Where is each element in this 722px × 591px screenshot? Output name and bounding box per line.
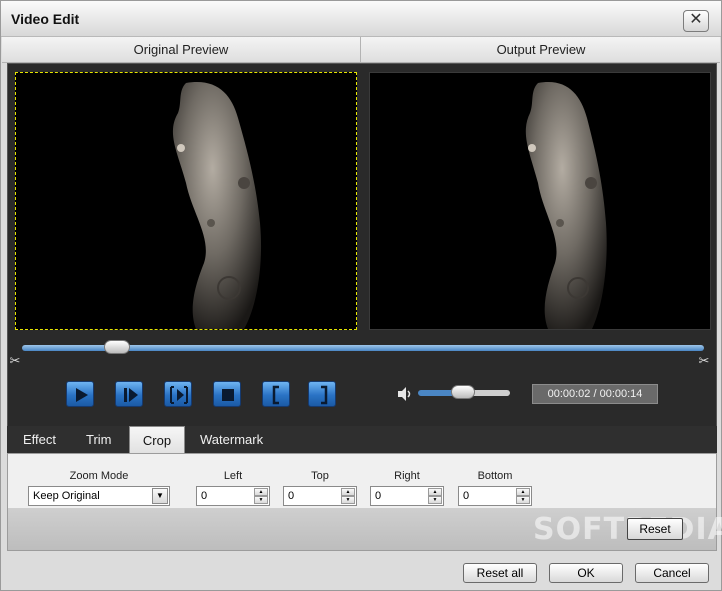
spin-up-icon[interactable]: ▲ <box>516 488 530 496</box>
mark-in-button[interactable] <box>262 381 290 407</box>
tab-bar: Effect Trim Crop Watermark <box>7 426 717 453</box>
bottom-spinbox[interactable]: 0 ▲ ▼ <box>458 486 532 506</box>
preview-header: Original Preview Output Preview <box>2 37 720 63</box>
spin-up-icon[interactable]: ▲ <box>341 488 355 496</box>
left-spinbox[interactable]: 0 ▲ ▼ <box>196 486 270 506</box>
crop-panel: Zoom Mode Keep Original ▼ Left 0 ▲ ▼ Top … <box>7 453 722 551</box>
next-frame-button[interactable] <box>115 381 143 407</box>
frame-step-icon <box>170 386 188 404</box>
zoom-mode-select[interactable]: Keep Original ▼ <box>28 486 170 506</box>
tab-watermark[interactable]: Watermark <box>194 426 269 453</box>
original-preview-label: Original Preview <box>2 37 361 62</box>
left-value: 0 <box>201 490 208 502</box>
video-edit-window: Video Edit ✕ Original Preview Output Pre… <box>0 0 722 591</box>
cancel-button[interactable]: Cancel <box>635 563 709 583</box>
reset-button[interactable]: Reset <box>627 518 683 540</box>
tab-crop[interactable]: Crop <box>129 426 185 453</box>
timecode-display: 00:00:02 / 00:00:14 <box>532 384 658 404</box>
tab-trim[interactable]: Trim <box>80 426 118 453</box>
spin-down-icon[interactable]: ▼ <box>341 496 355 504</box>
mark-out-icon <box>321 385 328 405</box>
right-label: Right <box>394 470 420 482</box>
mark-in-icon <box>272 385 279 405</box>
tab-effect[interactable]: Effect <box>17 426 62 453</box>
next-frame-icon <box>124 388 138 402</box>
timeline-thumb[interactable] <box>104 340 130 354</box>
spin-down-icon[interactable]: ▼ <box>428 496 442 504</box>
close-icon: ✕ <box>689 11 703 28</box>
left-label: Left <box>223 470 243 482</box>
spin-down-icon[interactable]: ▼ <box>254 496 268 504</box>
frame-step-button[interactable] <box>164 381 192 407</box>
play-button[interactable] <box>66 381 94 407</box>
mark-out-button[interactable] <box>308 381 336 407</box>
chevron-down-icon[interactable]: ▼ <box>152 488 168 504</box>
player-panel: ✂ ✂ 00:00:02 / 00:00:14 <box>7 63 717 427</box>
reset-all-button[interactable]: Reset all <box>463 563 537 583</box>
top-label: Top <box>311 470 329 482</box>
original-preview-video[interactable] <box>15 72 357 330</box>
ok-button[interactable]: OK <box>549 563 623 583</box>
asteroid-image <box>525 82 607 329</box>
top-value: 0 <box>288 490 295 502</box>
spin-down-icon[interactable]: ▼ <box>516 496 530 504</box>
stop-icon <box>222 389 234 401</box>
bottom-value: 0 <box>463 490 470 502</box>
top-spinbox[interactable]: 0 ▲ ▼ <box>283 486 357 506</box>
right-value: 0 <box>375 490 382 502</box>
window-title: Video Edit <box>11 11 80 27</box>
spin-up-icon[interactable]: ▲ <box>428 488 442 496</box>
asteroid-image <box>172 82 262 329</box>
scissor-start-icon[interactable]: ✂ <box>8 353 22 369</box>
zoom-mode-label: Zoom Mode <box>69 470 129 482</box>
title-bar: Video Edit ✕ <box>1 1 721 37</box>
bottom-label: Bottom <box>477 470 513 482</box>
output-preview-video[interactable] <box>369 72 711 330</box>
volume-thumb[interactable] <box>451 385 475 399</box>
output-preview-label: Output Preview <box>496 42 586 57</box>
right-spinbox[interactable]: 0 ▲ ▼ <box>370 486 444 506</box>
scissor-end-icon[interactable]: ✂ <box>697 353 711 369</box>
close-button[interactable]: ✕ <box>683 10 709 32</box>
zoom-mode-value: Keep Original <box>33 490 100 502</box>
play-icon <box>76 388 88 402</box>
spin-up-icon[interactable]: ▲ <box>254 488 268 496</box>
stop-button[interactable] <box>213 381 241 407</box>
volume-icon[interactable] <box>396 386 414 402</box>
